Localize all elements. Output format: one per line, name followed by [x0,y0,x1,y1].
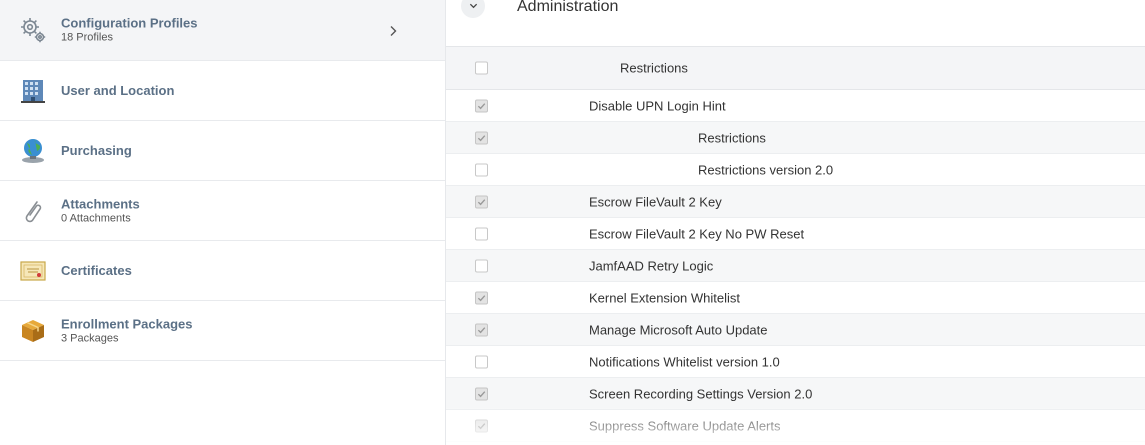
sidebar-item-text: Attachments 0 Attachments [61,196,140,225]
row-checkbox[interactable] [475,227,488,240]
sidebar-item-count: 3 Packages [61,332,119,344]
row-label: Notifications Whitelist version 1.0 [589,354,780,369]
table-row[interactable]: JamfAAD Retry Logic [446,250,1145,282]
row-checkbox[interactable] [475,259,488,272]
building-icon [19,77,47,105]
sidebar-item-label: Purchasing [61,142,132,158]
sidebar-item-text: User and Location [61,83,174,99]
table-row[interactable]: Escrow FileVault 2 Key No PW Reset [446,218,1145,250]
table-row[interactable]: Kernel Extension Whitelist [446,282,1145,314]
row-checkbox[interactable] [475,131,488,144]
certificate-icon [19,257,47,285]
row-label: Escrow FileVault 2 Key No PW Reset [589,226,805,241]
table-row[interactable]: Notifications Whitelist version 1.0 [446,346,1145,378]
sidebar-item-label: Certificates [61,262,132,278]
sidebar-item-text: Enrollment Packages 3 Packages [61,316,193,345]
main-panel: Administration Restrictions Disable UPN … [446,0,1145,445]
sidebar-item-enrollment-packages[interactable]: Enrollment Packages 3 Packages [0,301,445,361]
chevron-right-icon[interactable] [388,24,398,36]
row-label: Restrictions version 2.0 [698,162,834,177]
chevron-down-icon [469,0,478,15]
table-row[interactable]: Restrictions [446,122,1145,154]
select-all-checkbox[interactable] [475,61,488,75]
sidebar-item-label: Configuration Profiles [61,15,198,31]
list-header-row: Restrictions [446,46,1145,90]
sidebar-item-label: User and Location [61,82,175,98]
table-row[interactable]: Suppress Software Update Alerts [446,410,1145,442]
table-row[interactable]: Restrictions version 2.0 [446,154,1145,186]
gear-icon [19,16,47,44]
sidebar-item-label: Attachments [61,196,140,211]
collapse-section-button[interactable] [461,0,485,18]
profile-list: Restrictions Disable UPN Login Hint Rest… [446,46,1145,442]
row-checkbox[interactable] [475,387,488,400]
row-label: Manage Microsoft Auto Update [589,322,768,337]
row-checkbox[interactable] [475,291,488,304]
sidebar-item-configuration-profiles[interactable]: Configuration Profiles 18 Profiles [0,0,445,61]
sidebar-item-text: Configuration Profiles 18 Profiles [61,16,198,45]
table-row[interactable]: Disable UPN Login Hint [446,90,1145,122]
row-label: Suppress Software Update Alerts [589,418,781,433]
sidebar-item-certificates[interactable]: Certificates [0,241,445,301]
row-label: Restrictions [698,130,766,145]
row-checkbox[interactable] [475,163,488,176]
sidebar-item-text: Purchasing [61,143,132,159]
sidebar: Configuration Profiles 18 Profiles User … [0,0,446,445]
table-row[interactable]: Escrow FileVault 2 Key [446,186,1145,218]
sidebar-item-text: Certificates [61,263,132,279]
row-label: Escrow FileVault 2 Key [589,194,722,209]
row-checkbox[interactable] [475,99,488,112]
section-title: Administration [517,0,619,15]
sidebar-item-count: 18 Profiles [61,31,113,44]
sidebar-item-user-and-location[interactable]: User and Location [0,61,445,121]
paperclip-icon [19,197,47,225]
row-checkbox[interactable] [475,355,488,368]
sidebar-item-label: Enrollment Packages [61,316,193,331]
row-checkbox[interactable] [475,419,488,432]
globe-icon [19,137,47,165]
row-checkbox[interactable] [475,323,488,336]
table-row[interactable]: Manage Microsoft Auto Update [446,314,1145,346]
list-header-label: Restrictions [620,60,688,76]
sidebar-item-count: 0 Attachments [61,212,131,224]
row-label: Screen Recording Settings Version 2.0 [589,386,813,401]
sidebar-item-attachments[interactable]: Attachments 0 Attachments [0,181,445,241]
row-checkbox[interactable] [475,195,488,208]
package-icon [19,317,47,345]
row-label: Kernel Extension Whitelist [589,290,741,305]
row-label: Disable UPN Login Hint [589,98,726,113]
sidebar-item-purchasing[interactable]: Purchasing [0,121,445,181]
row-label: JamfAAD Retry Logic [589,258,714,273]
table-row[interactable]: Screen Recording Settings Version 2.0 [446,378,1145,410]
